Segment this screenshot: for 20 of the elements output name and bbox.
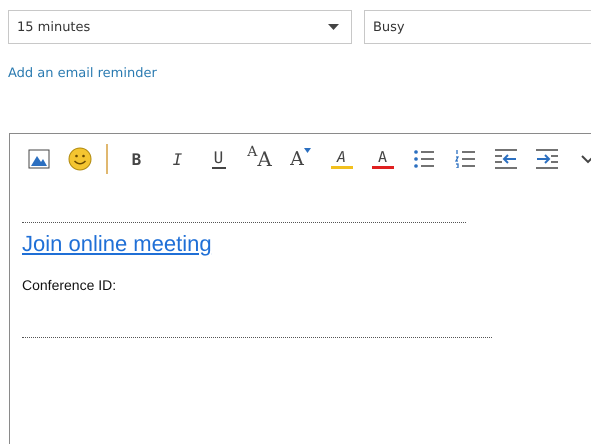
show-as-field[interactable]: Busy xyxy=(364,10,591,44)
numbered-list-icon[interactable] xyxy=(454,150,476,168)
insert-picture-icon[interactable] xyxy=(28,149,50,169)
italic-button[interactable]: I xyxy=(157,144,198,174)
caret-icon xyxy=(328,24,339,30)
increase-indent-icon[interactable] xyxy=(534,149,558,169)
join-meeting-link[interactable]: Join online meeting xyxy=(22,231,212,257)
caret-icon xyxy=(304,148,311,153)
conference-id-label: Conference ID: xyxy=(22,277,118,293)
grow-font-button[interactable]: A xyxy=(280,144,321,174)
bullet-list-icon[interactable] xyxy=(412,150,434,168)
font-color-button[interactable]: A xyxy=(362,144,403,174)
reminder-dropdown[interactable]: 15 minutes xyxy=(8,10,352,44)
email-reminder-link[interactable]: Add an email reminder xyxy=(8,66,157,81)
bold-button[interactable]: B xyxy=(116,144,157,174)
emoji-icon[interactable] xyxy=(68,147,92,171)
decrease-indent-icon[interactable] xyxy=(494,149,518,169)
underline-button[interactable]: U xyxy=(198,144,239,174)
chevron-down-icon[interactable] xyxy=(580,154,591,164)
highlight-button[interactable]: A xyxy=(321,144,362,174)
